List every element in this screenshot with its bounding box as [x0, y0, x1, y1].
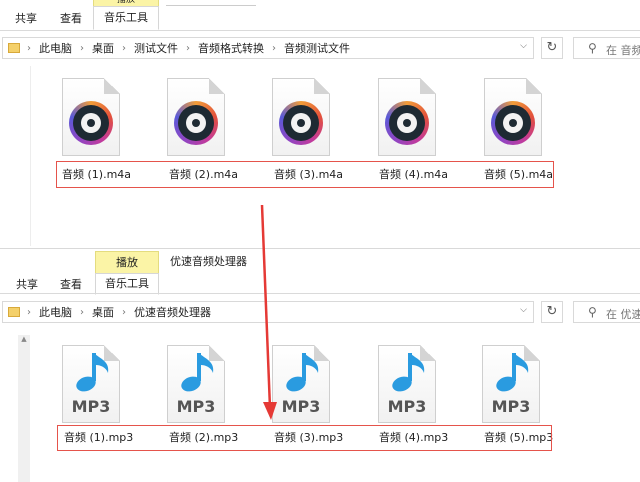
chevron-down-icon[interactable]: ⌵	[520, 41, 527, 51]
ribbon-tabbar: 共享 查看 播放 音乐工具	[0, 0, 640, 30]
address-row: › 此电脑 › 桌面 › 优速音频处理器 ⌵ ↻ ⚲ 在 优速	[0, 297, 640, 327]
tab-view[interactable]: 查看	[60, 12, 82, 26]
tab-music-tools[interactable]: 音乐工具	[93, 6, 159, 30]
ribbon-tabbar: 播放 优速音频处理器 共享 查看 音乐工具	[0, 249, 640, 295]
scroll-up-icon[interactable]: ▲	[18, 335, 30, 343]
mp3-note-icon: MP3	[62, 345, 120, 423]
address-bar[interactable]: › 此电脑 › 桌面 › 优速音频处理器 ⌵	[2, 301, 534, 323]
breadcrumb-audio-test-files[interactable]: 音频测试文件	[284, 40, 350, 56]
breadcrumb-test-files[interactable]: 测试文件	[134, 40, 178, 56]
chevron-right-icon: ›	[27, 306, 31, 318]
refresh-button[interactable]: ↻	[541, 301, 563, 323]
tab-view[interactable]: 查看	[60, 278, 82, 292]
search-icon: ⚲	[588, 41, 597, 55]
search-input[interactable]: ⚲ 在 音频测试文件	[573, 37, 640, 59]
chevron-right-icon: ›	[272, 42, 276, 54]
m4a-disc-icon	[484, 78, 542, 156]
mp3-badge: MP3	[387, 397, 427, 416]
chevron-right-icon: ›	[27, 42, 31, 54]
address-bar[interactable]: › 此电脑 › 桌面 › 测试文件 › 音频格式转换 › 音频测试文件 ⌵	[2, 37, 534, 59]
tab-share[interactable]: 共享	[16, 278, 38, 292]
file-area: 音频 (1).m4a 音频 (2).m4a 音频 (3).m4a 音频 (4).…	[0, 66, 640, 246]
context-group-title	[166, 0, 256, 6]
mp3-badge: MP3	[71, 397, 111, 416]
chevron-right-icon: ›	[80, 42, 84, 54]
breadcrumb-audio-convert[interactable]: 音频格式转换	[198, 40, 264, 56]
context-tab-play[interactable]: 播放	[95, 251, 159, 274]
mp3-badge: MP3	[491, 397, 531, 416]
mp3-note-icon: MP3	[378, 345, 436, 423]
mp3-note-icon: MP3	[272, 345, 330, 423]
breadcrumb-this-pc[interactable]: 此电脑	[39, 40, 72, 56]
search-placeholder: 在 优速	[606, 308, 640, 321]
chevron-right-icon: ›	[122, 306, 126, 318]
tab-share[interactable]: 共享	[15, 12, 37, 26]
file-area: ▲ MP3 音频 (1).mp3 MP3 音频 (2).mp3 MP3 音频 (…	[0, 331, 640, 482]
breadcrumb-desktop[interactable]: 桌面	[92, 304, 114, 320]
breadcrumb-desktop[interactable]: 桌面	[92, 40, 114, 56]
m4a-disc-icon	[62, 78, 120, 156]
breadcrumb: › 此电脑 › 桌面 › 优速音频处理器	[27, 302, 211, 322]
m4a-disc-icon	[167, 78, 225, 156]
breadcrumb-app-folder[interactable]: 优速音频处理器	[134, 304, 211, 320]
refresh-button[interactable]: ↻	[541, 37, 563, 59]
chevron-right-icon: ›	[80, 306, 84, 318]
chevron-right-icon: ›	[122, 42, 126, 54]
folder-icon	[8, 307, 20, 317]
m4a-disc-icon	[272, 78, 330, 156]
mp3-badge: MP3	[281, 397, 321, 416]
mp3-badge: MP3	[176, 397, 216, 416]
selection-highlight	[56, 161, 554, 188]
mp3-note-icon: MP3	[167, 345, 225, 423]
breadcrumb-this-pc[interactable]: 此电脑	[39, 304, 72, 320]
tab-music-tools[interactable]: 音乐工具	[95, 273, 159, 295]
selection-highlight	[57, 425, 552, 451]
search-icon: ⚲	[588, 305, 597, 319]
m4a-disc-icon	[378, 78, 436, 156]
folder-icon	[8, 43, 20, 53]
explorer-window-top: 共享 查看 播放 音乐工具 › 此电脑 › 桌面 › 测试文件 › 音频格式转换…	[0, 0, 640, 246]
explorer-window-bottom: 播放 优速音频处理器 共享 查看 音乐工具 › 此电脑 › 桌面 › 优速音频处…	[0, 248, 640, 482]
breadcrumb: › 此电脑 › 桌面 › 测试文件 › 音频格式转换 › 音频测试文件	[27, 38, 350, 58]
chevron-down-icon[interactable]: ⌵	[520, 305, 527, 315]
address-row: › 此电脑 › 桌面 › 测试文件 › 音频格式转换 › 音频测试文件 ⌵ ↻ …	[0, 33, 640, 63]
context-group-title: 优速音频处理器	[170, 255, 247, 268]
search-input[interactable]: ⚲ 在 优速	[573, 301, 640, 323]
search-placeholder: 在 音频测试文件	[606, 44, 640, 57]
vertical-scrollbar[interactable]: ▲	[18, 335, 30, 482]
mp3-note-icon: MP3	[482, 345, 540, 423]
chevron-right-icon: ›	[186, 42, 190, 54]
